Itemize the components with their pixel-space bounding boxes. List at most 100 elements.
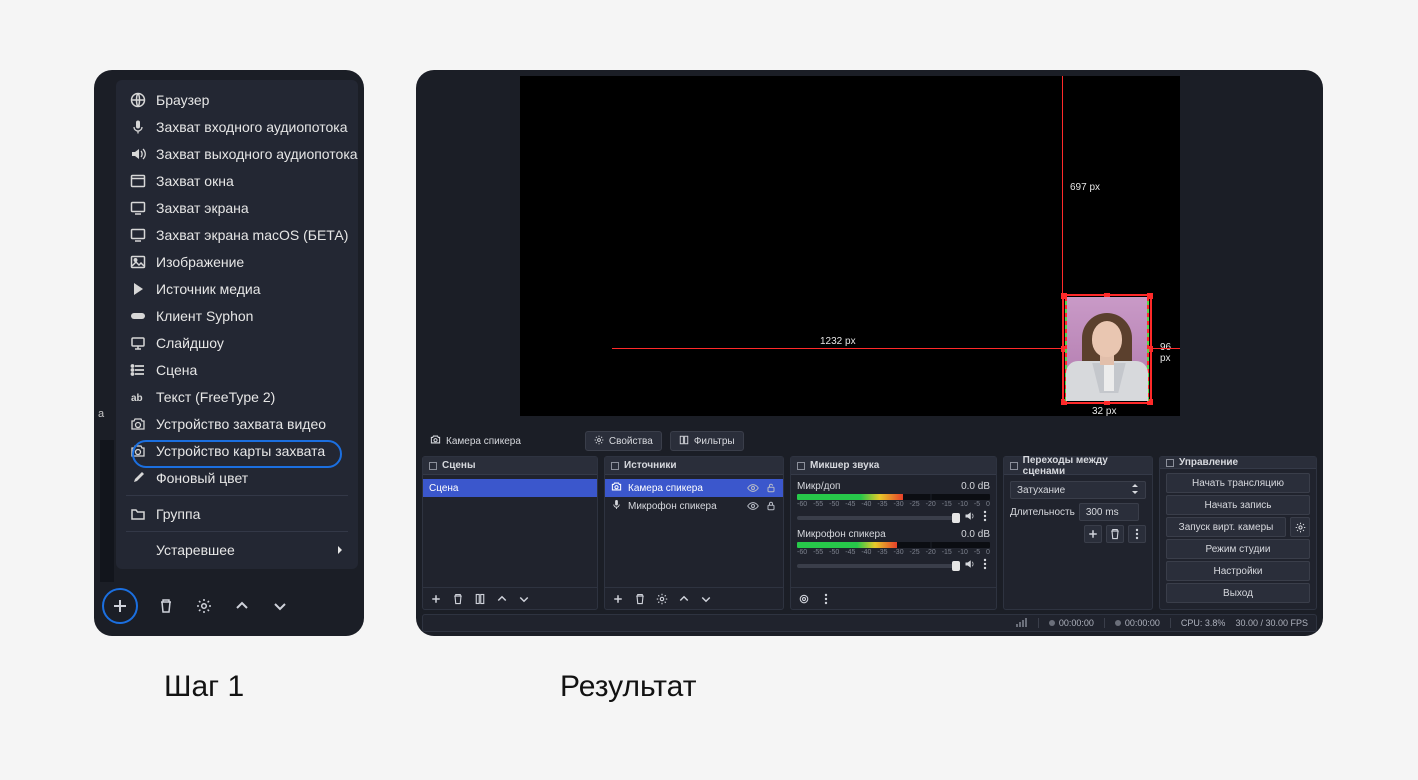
add-source-button[interactable] <box>106 592 134 620</box>
sources-toolbar <box>106 588 352 624</box>
source-down-button[interactable] <box>697 590 715 608</box>
cpu-label: CPU: 3.8% <box>1181 618 1226 628</box>
menu-image[interactable]: Изображение <box>116 248 358 275</box>
settings-button[interactable]: Настройки <box>1166 561 1310 581</box>
menu-group[interactable]: Группа <box>116 500 358 527</box>
menu-audio-in[interactable]: Захват входного аудиопотока <box>116 113 358 140</box>
list-icon <box>130 362 146 378</box>
guide-horizontal <box>612 348 1062 349</box>
trans-del-button[interactable] <box>1106 525 1124 543</box>
mixer-menu-button[interactable] <box>817 590 835 608</box>
panel-header[interactable]: Микшер звука <box>791 457 996 475</box>
guide-horizontal-r <box>1152 348 1180 349</box>
delete-source-button[interactable] <box>152 592 180 620</box>
lock-icon[interactable] <box>765 500 777 512</box>
filters-label: Фильтры <box>694 436 735 447</box>
menu-label: Слайдшоу <box>156 335 224 351</box>
volume-slider[interactable] <box>797 516 960 520</box>
vcam-settings-button[interactable] <box>1290 517 1310 537</box>
menu-window-cap[interactable]: Захват окна <box>116 167 358 194</box>
gamepad-icon <box>130 308 146 324</box>
properties-label: Свойства <box>609 436 653 447</box>
menu-syphon[interactable]: Клиент Syphon <box>116 302 358 329</box>
transition-select[interactable]: Затухание <box>1010 481 1146 499</box>
menu-label: Источник медиа <box>156 281 261 297</box>
move-down-button[interactable] <box>266 592 294 620</box>
trans-menu-button[interactable] <box>1128 525 1146 543</box>
mixer-settings-button[interactable] <box>795 590 813 608</box>
preview-canvas[interactable]: 697 px 1232 px 96 px 32 px <box>520 76 1180 416</box>
kebab-icon[interactable] <box>980 510 990 525</box>
menu-slideshow[interactable]: Слайдшоу <box>116 329 358 356</box>
panel-title: Микшер звука <box>810 460 879 471</box>
panel-header[interactable]: Источники <box>605 457 783 475</box>
menu-video-capture[interactable]: Устройство захвата видео <box>116 410 358 437</box>
panel-header[interactable]: Переходы между сценами <box>1004 457 1152 475</box>
scene-up-button[interactable] <box>493 590 511 608</box>
step1-screenshot: а Браузер Захват входного аудиопотока За… <box>94 70 364 636</box>
add-scene-button[interactable] <box>427 590 445 608</box>
source-props-button[interactable] <box>653 590 671 608</box>
del-scene-button[interactable] <box>449 590 467 608</box>
menu-card-capture[interactable]: Устройство карты захвата <box>116 437 358 464</box>
panel-title: Источники <box>624 460 677 471</box>
trans-add-button[interactable] <box>1084 525 1102 543</box>
start-vcam-button[interactable]: Запуск вирт. камеры <box>1166 517 1286 537</box>
svg-text:ab: ab <box>131 393 143 404</box>
menu-bgcolor[interactable]: Фоновый цвет <box>116 464 358 491</box>
source-settings-button[interactable] <box>190 592 218 620</box>
scene-down-button[interactable] <box>515 590 533 608</box>
add-source-button[interactable] <box>609 590 627 608</box>
volume-slider[interactable] <box>797 564 960 568</box>
channel-db: 0.0 dB <box>961 529 990 540</box>
eye-icon[interactable] <box>747 482 759 494</box>
speaker-icon[interactable] <box>964 558 976 573</box>
source-label: Микрофон спикера <box>628 501 717 512</box>
menu-label: Изображение <box>156 254 244 270</box>
duration-input[interactable]: 300 ms <box>1079 503 1139 521</box>
guide-vertical <box>1062 76 1063 296</box>
filters-button[interactable]: Фильтры <box>670 431 744 451</box>
mic-icon <box>611 499 622 513</box>
menu-label: Захват выходного аудиопотока <box>156 146 358 162</box>
guide-label-right: 96 px <box>1160 342 1180 364</box>
menu-audio-out[interactable]: Захват выходного аудиопотока <box>116 140 358 167</box>
start-stream-button[interactable]: Начать трансляцию <box>1166 473 1310 493</box>
menu-scene[interactable]: Сцена <box>116 356 358 383</box>
panel-header[interactable]: Управление <box>1160 457 1316 469</box>
menu-display-mac[interactable]: Захват экрана macOS (БЕТА) <box>116 221 358 248</box>
exit-button[interactable]: Выход <box>1166 583 1310 603</box>
menu-deprecated[interactable]: Устаревшее <box>116 536 358 563</box>
move-up-button[interactable] <box>228 592 256 620</box>
properties-button[interactable]: Свойства <box>585 431 662 451</box>
lock-icon[interactable] <box>765 482 777 494</box>
speaker-icon[interactable] <box>964 510 976 525</box>
scene-item[interactable]: Сцена <box>423 479 597 497</box>
menu-display-cap[interactable]: Захват экрана <box>116 194 358 221</box>
dock-icon <box>1010 462 1018 470</box>
selected-source-chip: Камера спикера <box>422 431 529 451</box>
guide-label-top: 697 px <box>1070 182 1100 193</box>
menu-text[interactable]: ab Текст (FreeType 2) <box>116 383 358 410</box>
globe-icon <box>130 92 146 108</box>
source-up-button[interactable] <box>675 590 693 608</box>
source-item[interactable]: Камера спикера <box>605 479 783 497</box>
panel-header[interactable]: Сцены <box>423 457 597 475</box>
speaker-icon <box>130 146 146 162</box>
duration-value: 300 ms <box>1086 507 1119 518</box>
camera-selection[interactable] <box>1062 294 1152 404</box>
scene-filter-button[interactable] <box>471 590 489 608</box>
menu-browser[interactable]: Браузер <box>116 86 358 113</box>
menu-label: Захват окна <box>156 173 234 189</box>
start-record-button[interactable]: Начать запись <box>1166 495 1310 515</box>
mixer-channel: Микр/доп0.0 dB -60-55-50-45-40-35-30-25-… <box>791 479 996 527</box>
source-item[interactable]: Микрофон спикера <box>605 497 783 515</box>
del-source-button[interactable] <box>631 590 649 608</box>
level-meter <box>797 494 990 500</box>
kebab-icon[interactable] <box>980 558 990 573</box>
menu-label: Клиент Syphon <box>156 308 253 324</box>
eye-icon[interactable] <box>747 500 759 512</box>
studio-button[interactable]: Режим студии <box>1166 539 1310 559</box>
menu-media[interactable]: Источник медиа <box>116 275 358 302</box>
select-spinner-icon <box>1131 483 1139 498</box>
